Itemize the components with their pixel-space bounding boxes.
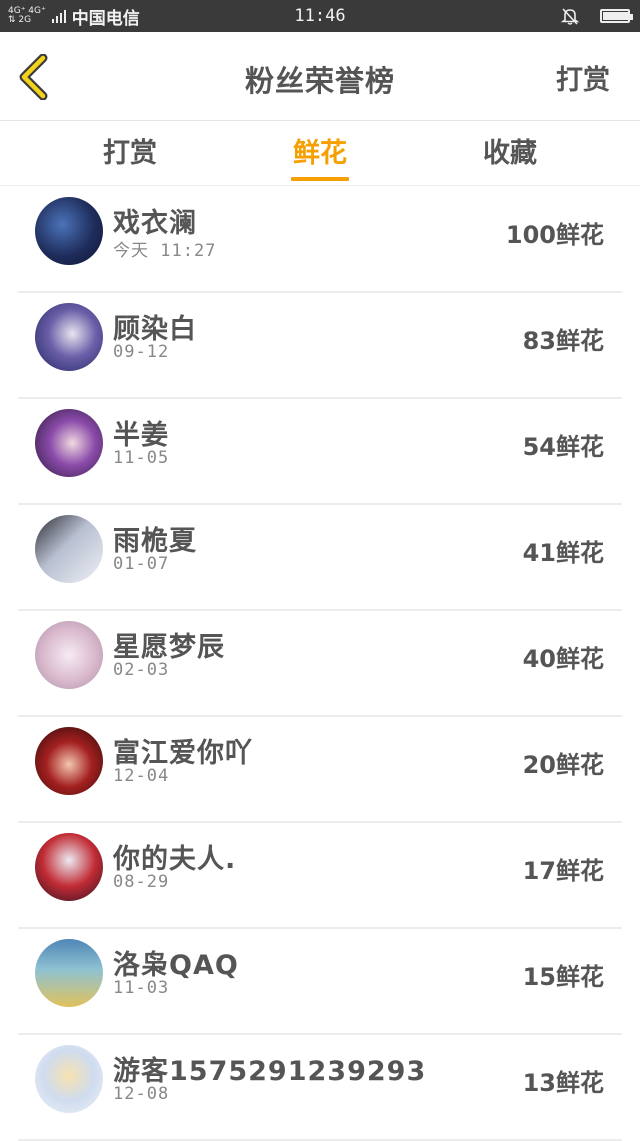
avatar <box>35 727 103 795</box>
fan-name: 雨桅夏 <box>113 526 197 557</box>
tab-reward[interactable]: 打赏 <box>70 121 190 185</box>
flower-count: 41鲜花 <box>522 539 604 567</box>
list-item[interactable]: 游客1575291239293 12-08 13鲜花 <box>18 1035 622 1141</box>
tab-flowers[interactable]: 鲜花 <box>260 121 380 185</box>
tab-bar: 打赏 鲜花 收藏 <box>0 121 640 186</box>
page-title: 粉丝荣誉榜 <box>244 64 395 98</box>
fan-name: 你的夫人. <box>113 844 237 875</box>
flower-count: 83鲜花 <box>522 327 604 355</box>
tab-favorites[interactable]: 收藏 <box>450 121 570 185</box>
fan-date: 今天 11:27 <box>113 241 217 261</box>
list-item[interactable]: 星愿梦辰 02-03 40鲜花 <box>18 611 622 717</box>
avatar <box>35 1045 103 1113</box>
flower-count: 40鲜花 <box>522 645 604 673</box>
avatar <box>35 621 103 689</box>
avatar <box>35 515 103 583</box>
fan-date: 01-07 <box>113 554 170 574</box>
list-item[interactable]: 顾染白 09-12 83鲜花 <box>18 293 622 399</box>
fan-date: 02-03 <box>113 660 170 680</box>
list-item[interactable]: 洛枭QAQ 11-03 15鲜花 <box>18 929 622 1035</box>
flower-count: 17鲜花 <box>522 857 604 885</box>
chevron-left-icon <box>19 53 48 101</box>
list-item[interactable]: 富江爱你吖 12-04 20鲜花 <box>18 717 622 823</box>
list-item[interactable]: 你的夫人. 08-29 17鲜花 <box>18 823 622 929</box>
fan-name: 游客1575291239293 <box>113 1056 427 1087</box>
status-right <box>560 0 633 32</box>
fan-ranking-list: 戏衣澜 今天 11:27 100鲜花 顾染白 09-12 83鲜花 半姜 11-… <box>18 187 622 1141</box>
fan-date: 08-29 <box>113 872 170 892</box>
fan-date: 11-03 <box>113 978 170 998</box>
fan-name: 半姜 <box>113 420 169 451</box>
fan-name: 富江爱你吖 <box>113 738 253 769</box>
battery-fill <box>603 12 628 20</box>
fan-name: 顾染白 <box>113 314 197 345</box>
bell-muted-icon <box>560 8 580 25</box>
flower-count: 54鲜花 <box>522 433 604 461</box>
avatar <box>35 833 103 901</box>
list-item[interactable]: 雨桅夏 01-07 41鲜花 <box>18 505 622 611</box>
avatar <box>35 409 103 477</box>
clock: 11:46 <box>294 6 346 26</box>
fan-date: 11-05 <box>113 448 170 468</box>
flower-count: 20鲜花 <box>522 751 604 779</box>
fan-name: 戏衣澜 <box>113 208 197 239</box>
battery-icon <box>600 9 633 23</box>
avatar <box>35 939 103 1007</box>
back-button[interactable] <box>14 53 54 101</box>
flower-count: 15鲜花 <box>522 963 604 991</box>
fan-date: 12-04 <box>113 766 170 786</box>
list-item[interactable]: 半姜 11-05 54鲜花 <box>18 399 622 505</box>
active-tab-indicator <box>291 177 349 181</box>
top-nav-bar: 粉丝荣誉榜 打赏 <box>0 32 640 121</box>
avatar <box>35 197 103 265</box>
fan-name: 洛枭QAQ <box>113 950 239 981</box>
reward-button[interactable]: 打赏 <box>556 32 610 120</box>
status-bar: 4G⁺ 4G⁺ ⇅ 2G 中国电信 11:46 <box>0 0 640 32</box>
flower-count: 13鲜花 <box>522 1069 604 1097</box>
fan-name: 星愿梦辰 <box>113 632 225 663</box>
fan-date: 09-12 <box>113 342 170 362</box>
avatar <box>35 303 103 371</box>
fan-date: 12-08 <box>113 1084 170 1104</box>
list-item[interactable]: 戏衣澜 今天 11:27 100鲜花 <box>18 187 622 293</box>
flower-count: 100鲜花 <box>505 221 604 249</box>
